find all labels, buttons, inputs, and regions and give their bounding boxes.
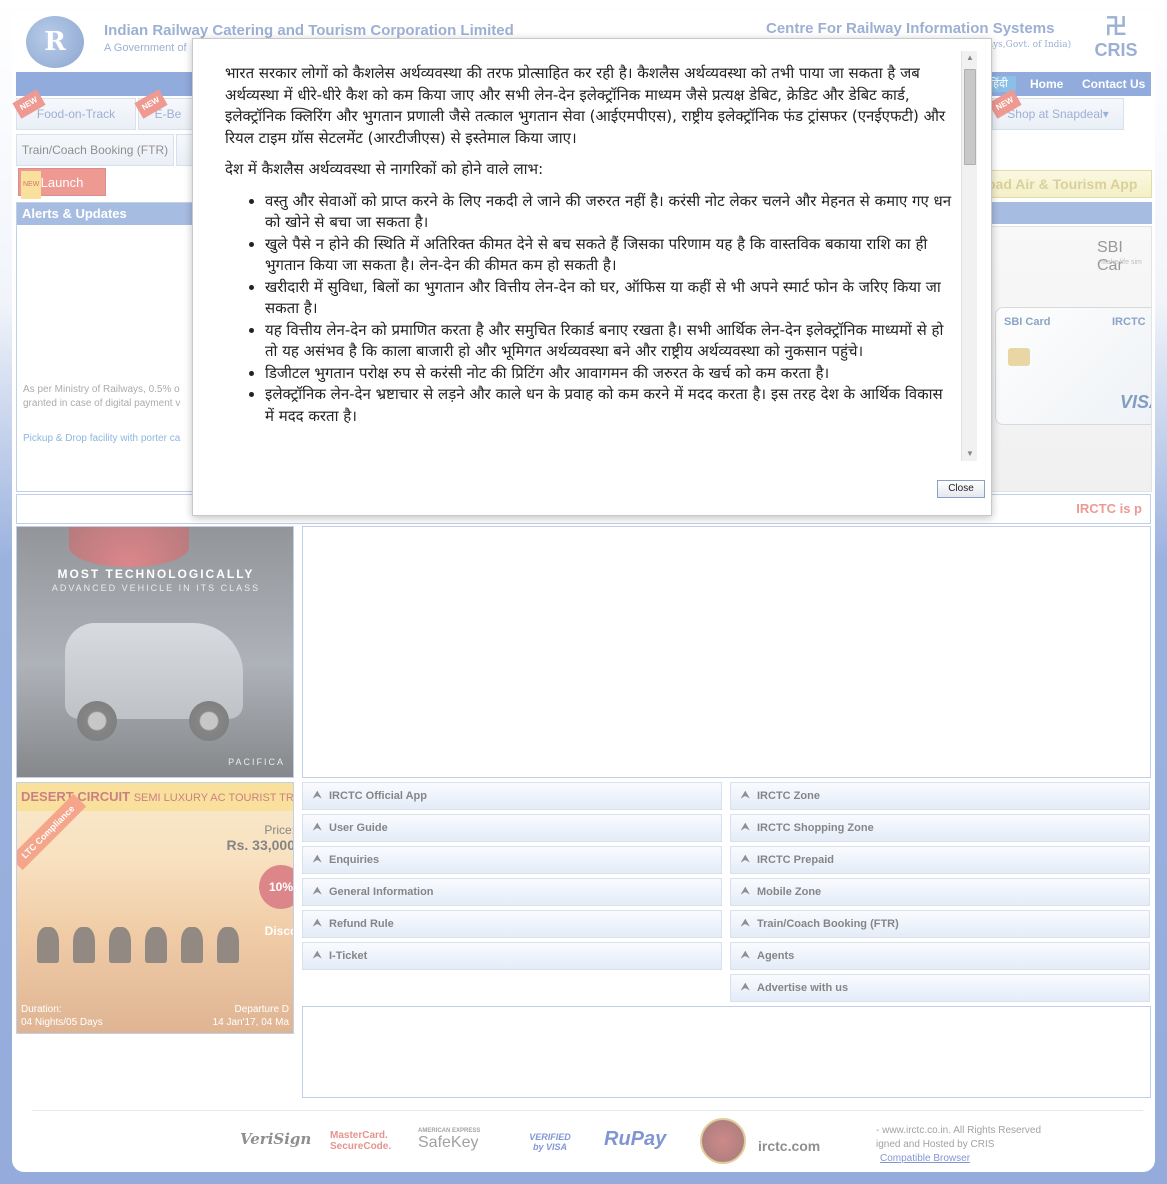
list-item: यह वित्तीय लेन-देन को प्रमाणित करता है औ… xyxy=(265,320,955,363)
modal-scrollbar[interactable]: ▲ ▼ xyxy=(961,51,977,461)
list-item: इलेक्ट्रॉनिक लेन-देन भ्रष्टाचार से लड़ने… xyxy=(265,384,955,427)
cashless-info-modal: भारत सरकार लोगों को कैशलेस अर्थव्यवस्था … xyxy=(192,38,992,516)
list-item: खुले पैसे न होने की स्थिति में अतिरिक्त … xyxy=(265,234,955,277)
scroll-down-icon[interactable]: ▼ xyxy=(962,447,978,461)
modal-body: भारत सरकार लोगों को कैशलेस अर्थव्यवस्था … xyxy=(225,63,955,461)
list-item: डिजीटल भुगतान परोक्ष रुप से करंसी नोट की… xyxy=(265,363,955,385)
scroll-thumb[interactable] xyxy=(964,69,976,165)
benefits-list: वस्तु और सेवाओं को प्राप्त करने के लिए न… xyxy=(265,191,955,428)
modal-paragraph-intro: भारत सरकार लोगों को कैशलेस अर्थव्यवस्था … xyxy=(225,64,946,147)
close-button[interactable]: Close xyxy=(937,480,985,498)
scroll-up-icon[interactable]: ▲ xyxy=(962,51,978,65)
list-item: वस्तु और सेवाओं को प्राप्त करने के लिए न… xyxy=(265,191,955,234)
modal-paragraph-benefits-heading: देश में कैशलैस अर्थव्यवस्था से नागरिकों … xyxy=(225,160,544,178)
list-item: खरीदारी में सुविधा, बिलों का भुगतान और व… xyxy=(265,277,955,320)
